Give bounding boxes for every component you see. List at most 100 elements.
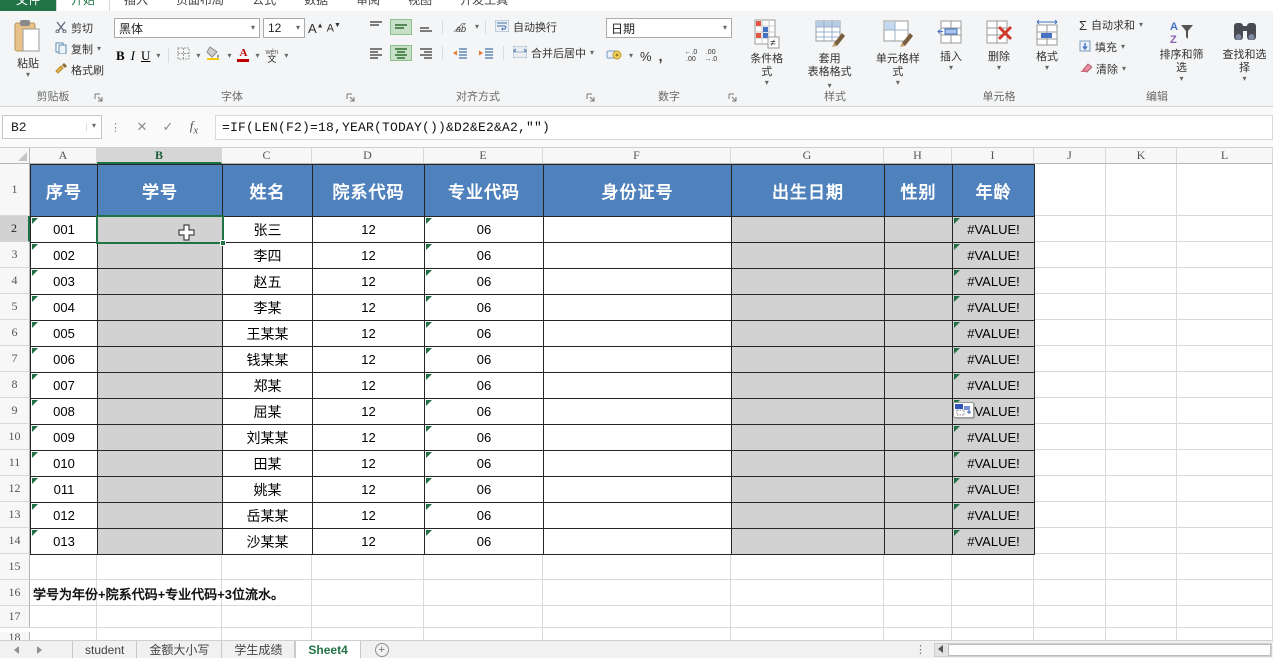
name-box[interactable]: B2 ▾ [2, 115, 102, 139]
header-cell-I1[interactable]: 年龄 [952, 164, 1035, 217]
cell-A12[interactable]: 011 [30, 476, 98, 503]
cell-C14[interactable]: 沙某某 [222, 528, 313, 555]
cell-D4[interactable]: 12 [312, 268, 425, 295]
cell-D8[interactable]: 12 [312, 372, 425, 399]
cell-A11[interactable]: 010 [30, 450, 98, 477]
cell-H9[interactable] [884, 398, 953, 425]
cell-I2[interactable]: #VALUE! [952, 216, 1035, 243]
orientation-dropdown[interactable]: ▾ [475, 23, 479, 31]
cell-H4[interactable] [884, 268, 953, 295]
cell-B3[interactable] [97, 242, 223, 269]
header-cell-H1[interactable]: 性别 [884, 164, 953, 217]
cell-B13[interactable] [97, 502, 223, 529]
insert-function-icon[interactable]: fx [181, 118, 207, 137]
sheet-tab-学生成绩[interactable]: 学生成绩 [222, 641, 295, 658]
row-header-14[interactable]: 14 [0, 528, 30, 554]
row-header-1[interactable]: 1 [0, 164, 30, 216]
error-smart-tag-icon[interactable] [953, 402, 974, 418]
cell-A8[interactable]: 007 [30, 372, 98, 399]
cell-H11[interactable] [884, 450, 953, 477]
column-header-L[interactable]: L [1177, 148, 1273, 164]
cell-E6[interactable]: 06 [424, 320, 544, 347]
row-header-11[interactable]: 11 [0, 450, 30, 476]
number-format-combo[interactable]: 日期▾ [606, 18, 732, 38]
column-header-J[interactable]: J [1034, 148, 1106, 164]
percent-style-button[interactable]: % [640, 49, 652, 64]
row-header-15[interactable]: 15 [0, 554, 30, 580]
cell-I3[interactable]: #VALUE! [952, 242, 1035, 269]
row-header-10[interactable]: 10 [0, 424, 30, 450]
row-header-6[interactable]: 6 [0, 320, 30, 346]
column-header-C[interactable]: C [222, 148, 312, 164]
scroll-left-icon[interactable] [935, 645, 946, 655]
cell-D5[interactable]: 12 [312, 294, 425, 321]
cell-G9[interactable] [731, 398, 885, 425]
cancel-icon[interactable]: ✕ [129, 119, 155, 135]
name-box-dropdown[interactable]: ▾ [86, 123, 101, 131]
cell-D9[interactable]: 12 [312, 398, 425, 425]
row-header-16[interactable]: 16 [0, 580, 30, 606]
ribbon-tab-3[interactable]: 公式 [238, 0, 290, 11]
active-cell-selection[interactable] [96, 215, 224, 244]
cell-F7[interactable] [543, 346, 732, 373]
cell-D10[interactable]: 12 [312, 424, 425, 451]
column-header-I[interactable]: I [952, 148, 1034, 164]
cell-H6[interactable] [884, 320, 953, 347]
cell-B12[interactable] [97, 476, 223, 503]
format-cells-dropdown[interactable]: ▾ [1045, 64, 1049, 72]
cell-B10[interactable] [97, 424, 223, 451]
merge-center-button[interactable]: 合并后居中 ▾ [510, 44, 597, 62]
cell-F2[interactable] [543, 216, 732, 243]
cell-B4[interactable] [97, 268, 223, 295]
cell-G12[interactable] [731, 476, 885, 503]
cell-E2[interactable]: 06 [424, 216, 544, 243]
cell-H12[interactable] [884, 476, 953, 503]
row-header-8[interactable]: 8 [0, 372, 30, 398]
cell-G6[interactable] [731, 320, 885, 347]
cell-G14[interactable] [731, 528, 885, 555]
column-header-H[interactable]: H [884, 148, 952, 164]
align-left-icon[interactable] [366, 46, 386, 60]
cell-E7[interactable]: 06 [424, 346, 544, 373]
formula-input[interactable]: =IF(LEN(F2)=18,YEAR(TODAY())&D2&E2&A2,""… [215, 115, 1273, 140]
align-middle-icon[interactable] [390, 19, 412, 35]
ribbon-tab-1[interactable]: 插入 [110, 0, 162, 11]
ribbon-tab-6[interactable]: 视图 [394, 0, 446, 11]
font-color-dropdown[interactable]: ▾ [255, 52, 259, 60]
column-header-B[interactable]: B [97, 148, 222, 164]
autosum-dropdown[interactable]: ▾ [1139, 21, 1143, 29]
cell-A10[interactable]: 009 [30, 424, 98, 451]
cell-I12[interactable]: #VALUE! [952, 476, 1035, 503]
cell-I13[interactable]: #VALUE! [952, 502, 1035, 529]
cell-A3[interactable]: 002 [30, 242, 98, 269]
column-header-E[interactable]: E [424, 148, 543, 164]
cell-I14[interactable]: #VALUE! [952, 528, 1035, 555]
find-select-dropdown[interactable]: ▾ [1243, 75, 1247, 83]
cell-G5[interactable] [731, 294, 885, 321]
cell-B14[interactable] [97, 528, 223, 555]
horizontal-scrollbar[interactable] [934, 643, 1272, 657]
format-painter-button[interactable]: 格式刷 [52, 61, 107, 79]
borders-dropdown[interactable]: ▾ [196, 52, 200, 60]
row-header-17[interactable]: 17 [0, 606, 30, 628]
delete-cells-dropdown[interactable]: ▾ [997, 64, 1001, 72]
accounting-format-icon[interactable] [606, 47, 622, 65]
cell-H10[interactable] [884, 424, 953, 451]
cell-D12[interactable]: 12 [312, 476, 425, 503]
cell-E8[interactable]: 06 [424, 372, 544, 399]
borders-icon[interactable] [177, 47, 190, 65]
cell-I4[interactable]: #VALUE! [952, 268, 1035, 295]
header-cell-A1[interactable]: 序号 [30, 164, 98, 217]
cell-C4[interactable]: 赵五 [222, 268, 313, 295]
italic-button[interactable]: I [131, 48, 135, 64]
cell-E4[interactable]: 06 [424, 268, 544, 295]
cell-D14[interactable]: 12 [312, 528, 425, 555]
align-top-icon[interactable] [366, 20, 386, 34]
cell-A4[interactable]: 003 [30, 268, 98, 295]
row-header-18[interactable]: 18 [0, 632, 30, 640]
cell-F6[interactable] [543, 320, 732, 347]
cell-D6[interactable]: 12 [312, 320, 425, 347]
cell-I6[interactable]: #VALUE! [952, 320, 1035, 347]
column-header-A[interactable]: A [30, 148, 97, 164]
cell-C7[interactable]: 钱某某 [222, 346, 313, 373]
